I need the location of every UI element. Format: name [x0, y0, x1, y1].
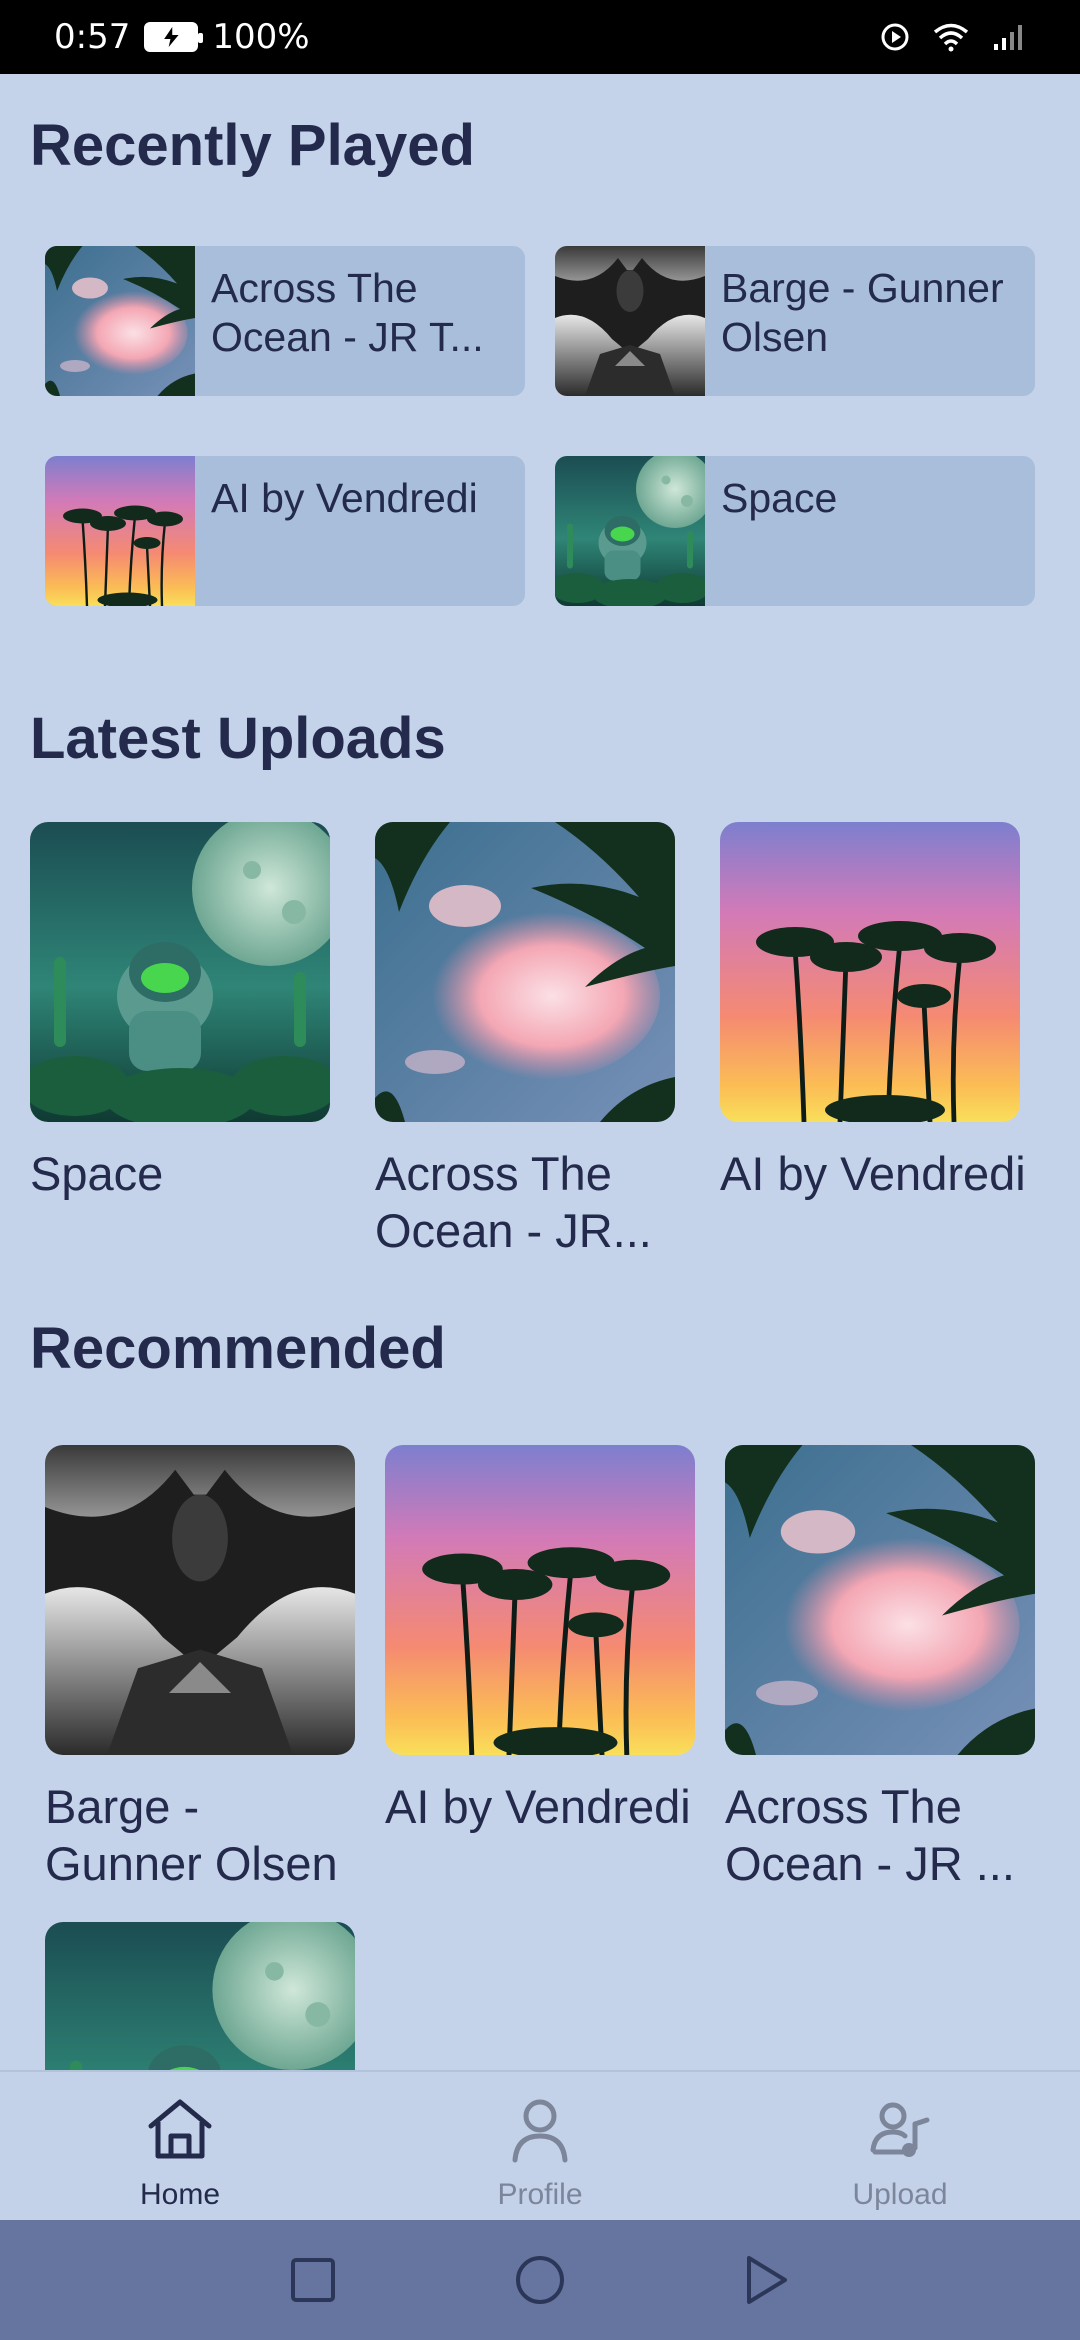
nav-label-upload: Upload — [852, 2178, 948, 2211]
album-art — [555, 246, 705, 396]
album-art — [45, 456, 195, 606]
recent-card[interactable]: Space — [555, 456, 1035, 606]
recommended-title[interactable]: Across The Ocean - JR ... — [725, 1778, 1045, 1892]
bottom-navigation: Home Profile Upload — [0, 2070, 1080, 2220]
recents-square-icon[interactable] — [289, 2256, 337, 2304]
recent-card[interactable]: AI by Vendredi — [45, 456, 525, 606]
recent-card[interactable]: Across The Ocean - JR T... — [45, 246, 525, 396]
album-art — [555, 456, 705, 606]
signal-icon — [994, 25, 1022, 50]
nav-label-profile: Profile — [497, 2178, 583, 2211]
section-title-recently-played: Recently Played — [30, 113, 475, 178]
section-title-recommended: Recommended — [30, 1316, 446, 1381]
status-time: 0:57 — [54, 17, 131, 57]
status-bar: 0:57 100% — [0, 0, 1080, 74]
section-title-latest-uploads: Latest Uploads — [30, 706, 446, 771]
wifi-icon — [933, 23, 969, 52]
play-circle-icon — [881, 23, 909, 51]
battery-percent: 100% — [212, 17, 310, 57]
track-title: Space — [721, 475, 838, 521]
recent-card[interactable]: Barge - Gunner Olsen — [555, 246, 1035, 396]
system-navigation-bar — [0, 2220, 1080, 2340]
recommended-art[interactable] — [725, 1445, 1035, 1755]
upload-icon — [870, 2102, 930, 2157]
recommended-art[interactable] — [385, 1445, 695, 1755]
recommended-title[interactable]: AI by Vendredi — [385, 1778, 705, 1835]
track-title: Barge - Gunner Olsen — [721, 265, 1004, 360]
recommended-title[interactable]: Barge - Gunner Olsen — [45, 1778, 365, 1892]
recommended-art[interactable] — [45, 1922, 355, 2070]
profile-icon — [512, 2099, 568, 2163]
recommended-art[interactable] — [45, 1445, 355, 1755]
upload-title[interactable]: Across The Ocean - JR... — [375, 1145, 685, 1259]
upload-title[interactable]: Space — [30, 1145, 340, 1202]
nav-profile[interactable]: Profile — [360, 2072, 720, 2220]
nav-label-home: Home — [139, 2178, 221, 2211]
upload-title[interactable]: AI by Vendredi — [720, 1145, 1030, 1202]
back-triangle-icon[interactable] — [743, 2254, 791, 2306]
home-icon — [148, 2099, 212, 2159]
album-art — [45, 246, 195, 396]
upload-art[interactable] — [30, 822, 330, 1122]
battery-icon — [144, 22, 204, 52]
upload-art[interactable] — [720, 822, 1020, 1122]
nav-upload[interactable]: Upload — [720, 2072, 1080, 2220]
upload-art[interactable] — [375, 822, 675, 1122]
nav-home[interactable]: Home — [0, 2072, 360, 2220]
track-title: Across The Ocean - JR T... — [211, 265, 484, 360]
home-circle-icon[interactable] — [514, 2254, 566, 2306]
track-title: AI by Vendredi — [211, 475, 478, 521]
